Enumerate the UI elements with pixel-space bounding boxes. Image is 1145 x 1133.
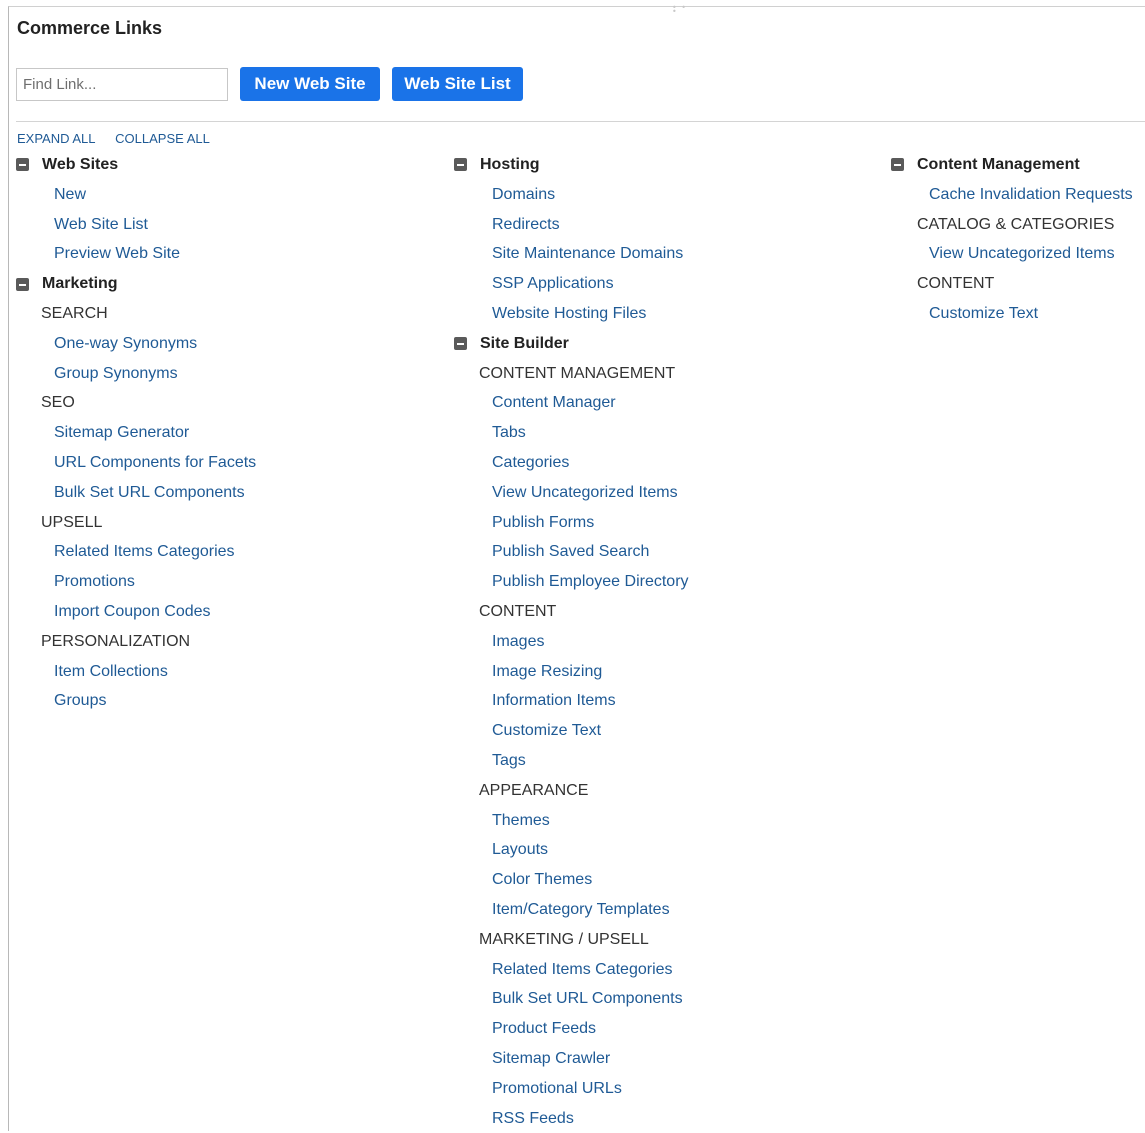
nav-link-images[interactable]: Images (454, 627, 689, 657)
nav-link-categories[interactable]: Categories (454, 448, 689, 478)
nav-link-image-resizing[interactable]: Image Resizing (454, 657, 689, 687)
nav-link-rss-feeds[interactable]: RSS Feeds (454, 1104, 689, 1133)
section-header-marketing[interactable]: Marketing (16, 269, 256, 299)
nav-link-information-items[interactable]: Information Items (454, 686, 689, 716)
page-title: Commerce Links (17, 18, 162, 39)
nav-link-groups[interactable]: Groups (16, 686, 256, 716)
web-site-list-button[interactable]: Web Site List (392, 67, 523, 101)
group-heading-upsell: UPSELL (16, 508, 256, 538)
nav-link-layouts[interactable]: Layouts (454, 835, 689, 865)
section-title: Marketing (42, 269, 118, 299)
nav-link-product-feeds[interactable]: Product Feeds (454, 1014, 689, 1044)
nav-link-publish-employee-directory[interactable]: Publish Employee Directory (454, 567, 689, 597)
nav-link-publish-saved-search[interactable]: Publish Saved Search (454, 537, 689, 567)
nav-link-tabs[interactable]: Tabs (454, 418, 689, 448)
collapse-section-icon[interactable] (16, 158, 29, 171)
nav-link-publish-forms[interactable]: Publish Forms (454, 508, 689, 538)
nav-link-site-maintenance-domains[interactable]: Site Maintenance Domains (454, 239, 689, 269)
nav-link-bulk-set-url-components[interactable]: Bulk Set URL Components (454, 984, 689, 1014)
section-title: Hosting (480, 150, 540, 180)
group-heading-content-management: CONTENT MANAGEMENT (454, 359, 689, 389)
group-heading-seo: SEO (16, 388, 256, 418)
group-heading-search: SEARCH (16, 299, 256, 329)
drag-handle-icon[interactable]: • • • (672, 6, 692, 10)
nav-link-promotional-urls[interactable]: Promotional URLs (454, 1074, 689, 1104)
expand-collapse-controls: EXPAND ALL COLLAPSE ALL (17, 131, 226, 146)
group-heading-personalization: PERSONALIZATION (16, 627, 256, 657)
nav-link-new[interactable]: New (16, 180, 256, 210)
divider (16, 121, 1145, 122)
nav-link-related-items-categories[interactable]: Related Items Categories (16, 537, 256, 567)
nav-link-sitemap-generator[interactable]: Sitemap Generator (16, 418, 256, 448)
links-column-3: Content ManagementCache Invalidation Req… (891, 150, 1133, 329)
section-title: Site Builder (480, 329, 569, 359)
nav-link-themes[interactable]: Themes (454, 806, 689, 836)
collapse-all-link[interactable]: COLLAPSE ALL (115, 131, 210, 146)
nav-link-customize-text[interactable]: Customize Text (454, 716, 689, 746)
collapse-section-icon[interactable] (16, 278, 29, 291)
nav-link-item-collections[interactable]: Item Collections (16, 657, 256, 687)
nav-link-website-hosting-files[interactable]: Website Hosting Files (454, 299, 689, 329)
nav-link-one-way-synonyms[interactable]: One-way Synonyms (16, 329, 256, 359)
nav-link-promotions[interactable]: Promotions (16, 567, 256, 597)
nav-link-customize-text[interactable]: Customize Text (891, 299, 1133, 329)
nav-link-import-coupon-codes[interactable]: Import Coupon Codes (16, 597, 256, 627)
nav-link-content-manager[interactable]: Content Manager (454, 388, 689, 418)
collapse-section-icon[interactable] (891, 158, 904, 171)
nav-link-tags[interactable]: Tags (454, 746, 689, 776)
group-heading-content: CONTENT (454, 597, 689, 627)
nav-link-sitemap-crawler[interactable]: Sitemap Crawler (454, 1044, 689, 1074)
nav-link-view-uncategorized-items[interactable]: View Uncategorized Items (454, 478, 689, 508)
section-header-hosting[interactable]: Hosting (454, 150, 689, 180)
nav-link-preview-web-site[interactable]: Preview Web Site (16, 239, 256, 269)
collapse-section-icon[interactable] (454, 337, 467, 350)
links-column-1: Web SitesNewWeb Site ListPreview Web Sit… (16, 150, 256, 716)
nav-link-bulk-set-url-components[interactable]: Bulk Set URL Components (16, 478, 256, 508)
expand-all-link[interactable]: EXPAND ALL (17, 131, 96, 146)
section-header-site-builder[interactable]: Site Builder (454, 329, 689, 359)
links-column-2: HostingDomainsRedirectsSite Maintenance … (454, 150, 689, 1133)
nav-link-related-items-categories[interactable]: Related Items Categories (454, 955, 689, 985)
nav-link-redirects[interactable]: Redirects (454, 210, 689, 240)
nav-link-cache-invalidation-requests[interactable]: Cache Invalidation Requests (891, 180, 1133, 210)
section-header-content-management[interactable]: Content Management (891, 150, 1133, 180)
nav-link-item-category-templates[interactable]: Item/Category Templates (454, 895, 689, 925)
group-heading-appearance: APPEARANCE (454, 776, 689, 806)
group-heading-marketing-upsell: MARKETING / UPSELL (454, 925, 689, 955)
nav-link-web-site-list[interactable]: Web Site List (16, 210, 256, 240)
nav-link-url-components-for-facets[interactable]: URL Components for Facets (16, 448, 256, 478)
find-link-input[interactable] (16, 68, 228, 101)
collapse-section-icon[interactable] (454, 158, 467, 171)
nav-link-ssp-applications[interactable]: SSP Applications (454, 269, 689, 299)
group-heading-content: CONTENT (891, 269, 1133, 299)
nav-link-color-themes[interactable]: Color Themes (454, 865, 689, 895)
nav-link-view-uncategorized-items[interactable]: View Uncategorized Items (891, 239, 1133, 269)
new-web-site-button[interactable]: New Web Site (240, 67, 380, 101)
group-heading-catalog-and-categories: CATALOG & CATEGORIES (891, 210, 1133, 240)
section-header-web-sites[interactable]: Web Sites (16, 150, 256, 180)
section-title: Web Sites (42, 150, 118, 180)
nav-link-domains[interactable]: Domains (454, 180, 689, 210)
nav-link-group-synonyms[interactable]: Group Synonyms (16, 359, 256, 389)
section-title: Content Management (917, 150, 1080, 180)
